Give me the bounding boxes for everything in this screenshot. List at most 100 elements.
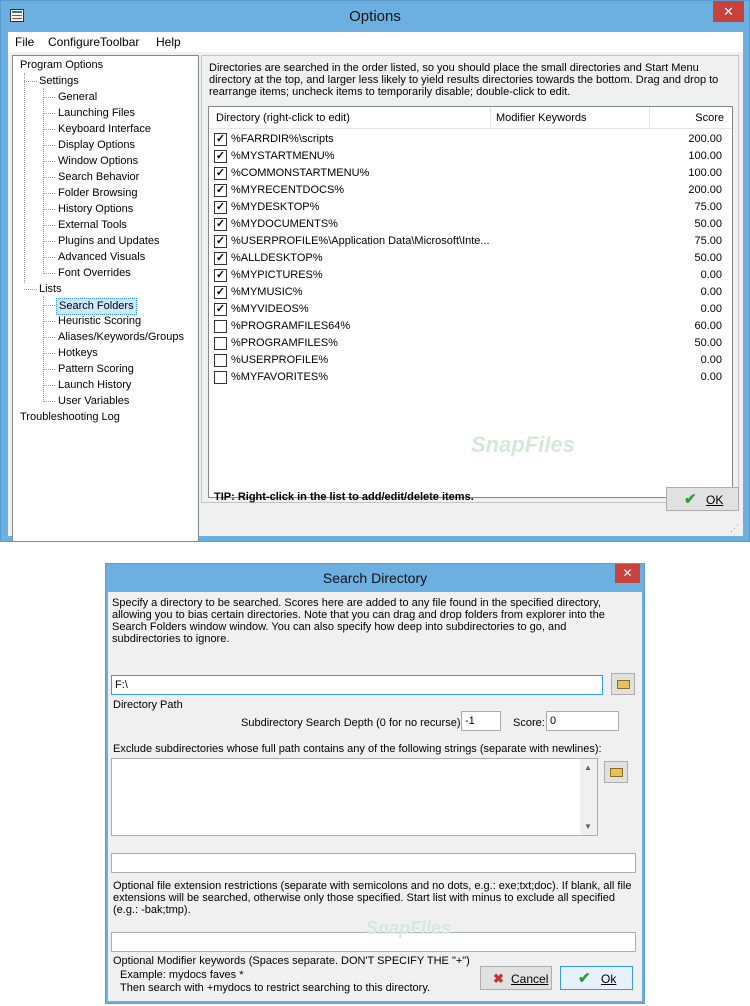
tree-item-hotkeys[interactable]: Hotkeys bbox=[56, 346, 100, 361]
row-checkbox[interactable]: ✓ bbox=[214, 252, 227, 265]
column-modifier-keywords[interactable]: Modifier Keywords bbox=[496, 112, 586, 124]
dialog-client: Specify a directory to be searched. Scor… bbox=[108, 592, 642, 1001]
tree-item-heuristic-scoring[interactable]: Heuristic Scoring bbox=[56, 314, 143, 329]
scroll-down-icon[interactable]: ▼ bbox=[584, 822, 592, 831]
cancel-button[interactable]: ✖ Cancel bbox=[480, 966, 552, 990]
options-window: Options ✕ File ConfigureToolbar Help Pro… bbox=[0, 0, 750, 542]
table-row[interactable]: ✓ %ALLDESKTOP% 50.00 bbox=[209, 250, 732, 267]
exclude-scrollbar[interactable]: ▲ ▼ bbox=[580, 759, 597, 835]
search-depth-field[interactable]: -1 bbox=[461, 711, 501, 731]
row-checkbox[interactable] bbox=[214, 320, 227, 333]
tree-item-folder-browsing[interactable]: Folder Browsing bbox=[56, 186, 139, 201]
table-row[interactable]: %USERPROFILE% 0.00 bbox=[209, 352, 732, 369]
row-score: 75.00 bbox=[694, 201, 722, 213]
scroll-up-icon[interactable]: ▲ bbox=[584, 763, 592, 772]
column-score[interactable]: Score bbox=[695, 112, 724, 124]
menu-file[interactable]: File bbox=[15, 35, 34, 49]
table-row[interactable]: ✓ %FARRDIR%\scripts 200.00 bbox=[209, 131, 732, 148]
row-directory: %USERPROFILE% bbox=[231, 354, 329, 366]
table-row[interactable]: ✓ %MYSTARTMENU% 100.00 bbox=[209, 148, 732, 165]
ok-button[interactable]: ✔ OK bbox=[666, 487, 739, 511]
tree-item-history-options[interactable]: History Options bbox=[56, 202, 135, 217]
tree-item-launch-history[interactable]: Launch History bbox=[56, 378, 133, 393]
row-checkbox[interactable]: ✓ bbox=[214, 150, 227, 163]
row-directory: %FARRDIR%\scripts bbox=[231, 133, 334, 145]
directory-path-field[interactable]: F:\ bbox=[111, 675, 603, 695]
menu-bar: File ConfigureToolbar Help bbox=[8, 32, 743, 52]
tree-item-user-variables[interactable]: User Variables bbox=[56, 394, 131, 409]
resize-grip-icon[interactable]: ⋰ bbox=[730, 523, 740, 533]
tree-item-keyboard-interface[interactable]: Keyboard Interface bbox=[56, 122, 153, 137]
tree-item-search-folders[interactable]: Search Folders bbox=[56, 298, 137, 315]
row-checkbox[interactable]: ✓ bbox=[214, 167, 227, 180]
row-score: 0.00 bbox=[700, 354, 722, 366]
column-directory[interactable]: Directory (right-click to edit) bbox=[216, 112, 350, 124]
tree-item-pattern-scoring[interactable]: Pattern Scoring bbox=[56, 362, 136, 377]
row-checkbox[interactable]: ✓ bbox=[214, 303, 227, 316]
dialog-ok-button[interactable]: ✔ Ok bbox=[560, 966, 633, 990]
directory-path-label: Directory Path bbox=[113, 699, 183, 711]
row-directory: %MYDOCUMENTS% bbox=[231, 218, 338, 230]
options-tree[interactable]: Program Options Settings General Launchin… bbox=[12, 55, 199, 542]
tree-item-plugins-and-updates[interactable]: Plugins and Updates bbox=[56, 234, 162, 249]
row-checkbox[interactable]: ✓ bbox=[214, 286, 227, 299]
row-score: 0.00 bbox=[700, 269, 722, 281]
tree-item-troubleshooting-log[interactable]: Troubleshooting Log bbox=[18, 410, 122, 425]
dialog-close-button[interactable]: ✕ bbox=[615, 564, 640, 583]
tree-item-display-options[interactable]: Display Options bbox=[56, 138, 137, 153]
example-line-1: Example: mydocs faves * bbox=[120, 969, 244, 981]
row-checkbox[interactable]: ✓ bbox=[214, 133, 227, 146]
table-row[interactable]: %PROGRAMFILES% 50.00 bbox=[209, 335, 732, 352]
tree-item-general[interactable]: General bbox=[56, 90, 99, 105]
snapfiles-watermark: SnapFiles bbox=[366, 918, 452, 938]
row-score: 200.00 bbox=[688, 133, 722, 145]
tree-item-settings[interactable]: Settings bbox=[37, 74, 81, 89]
extension-field[interactable] bbox=[111, 853, 636, 873]
search-folders-list[interactable]: Directory (right-click to edit) Modifier… bbox=[208, 106, 733, 498]
dialog-titlebar[interactable]: Search Directory ✕ bbox=[106, 564, 644, 595]
row-checkbox[interactable] bbox=[214, 337, 227, 350]
tree-item-lists[interactable]: Lists bbox=[37, 282, 64, 297]
table-row[interactable]: %MYFAVORITES% 0.00 bbox=[209, 369, 732, 386]
score-label: Score: bbox=[513, 717, 545, 729]
exclude-textarea[interactable]: ▲ ▼ bbox=[111, 758, 598, 836]
row-checkbox[interactable]: ✓ bbox=[214, 235, 227, 248]
table-row[interactable]: ✓ %COMMONSTARTMENU% 100.00 bbox=[209, 165, 732, 182]
row-directory: %ALLDESKTOP% bbox=[231, 252, 323, 264]
row-checkbox[interactable]: ✓ bbox=[214, 218, 227, 231]
menu-help[interactable]: Help bbox=[156, 35, 181, 49]
row-checkbox[interactable] bbox=[214, 354, 227, 367]
tree-item-window-options[interactable]: Window Options bbox=[56, 154, 140, 169]
table-row[interactable]: ✓ %MYPICTURES% 0.00 bbox=[209, 267, 732, 284]
row-score: 0.00 bbox=[700, 303, 722, 315]
table-row[interactable]: %PROGRAMFILES64% 60.00 bbox=[209, 318, 732, 335]
options-titlebar[interactable]: Options ✕ bbox=[1, 1, 749, 32]
score-field[interactable]: 0 bbox=[546, 711, 619, 731]
dialog-title: Search Directory bbox=[322, 570, 428, 586]
menu-configure-toolbar[interactable]: ConfigureToolbar bbox=[48, 35, 139, 49]
exclude-browse-button[interactable] bbox=[604, 761, 628, 783]
table-row[interactable]: ✓ %MYDESKTOP% 75.00 bbox=[209, 199, 732, 216]
tree-item-aliases-keywords-groups[interactable]: Aliases/Keywords/Groups bbox=[56, 330, 186, 345]
browse-folder-button[interactable] bbox=[611, 673, 635, 695]
row-checkbox[interactable]: ✓ bbox=[214, 184, 227, 197]
row-checkbox[interactable] bbox=[214, 371, 227, 384]
tree-item-search-behavior[interactable]: Search Behavior bbox=[56, 170, 141, 185]
row-checkbox[interactable]: ✓ bbox=[214, 201, 227, 214]
table-row[interactable]: ✓ %MYVIDEOS% 0.00 bbox=[209, 301, 732, 318]
row-directory: %PROGRAMFILES% bbox=[231, 337, 338, 349]
tree-item-external-tools[interactable]: External Tools bbox=[56, 218, 129, 233]
tree-item-advanced-visuals[interactable]: Advanced Visuals bbox=[56, 250, 147, 265]
table-row[interactable]: ✓ %MYRECENTDOCS% 200.00 bbox=[209, 182, 732, 199]
table-row[interactable]: ✓ %USERPROFILE%\Application Data\Microsof… bbox=[209, 233, 732, 250]
cancel-button-label: Cancel bbox=[511, 972, 549, 986]
tree-item-font-overrides[interactable]: Font Overrides bbox=[56, 266, 133, 281]
table-row[interactable]: ✓ %MYDOCUMENTS% 50.00 bbox=[209, 216, 732, 233]
table-row[interactable]: ✓ %MYMUSIC% 0.00 bbox=[209, 284, 732, 301]
tree-item-launching-files[interactable]: Launching Files bbox=[56, 106, 137, 121]
checkmark-icon: ✔ bbox=[578, 970, 591, 987]
dialog-intro: Specify a directory to be searched. Scor… bbox=[112, 597, 605, 645]
close-button[interactable]: ✕ bbox=[713, 1, 744, 22]
tree-item-program-options[interactable]: Program Options bbox=[18, 58, 105, 73]
row-checkbox[interactable]: ✓ bbox=[214, 269, 227, 282]
